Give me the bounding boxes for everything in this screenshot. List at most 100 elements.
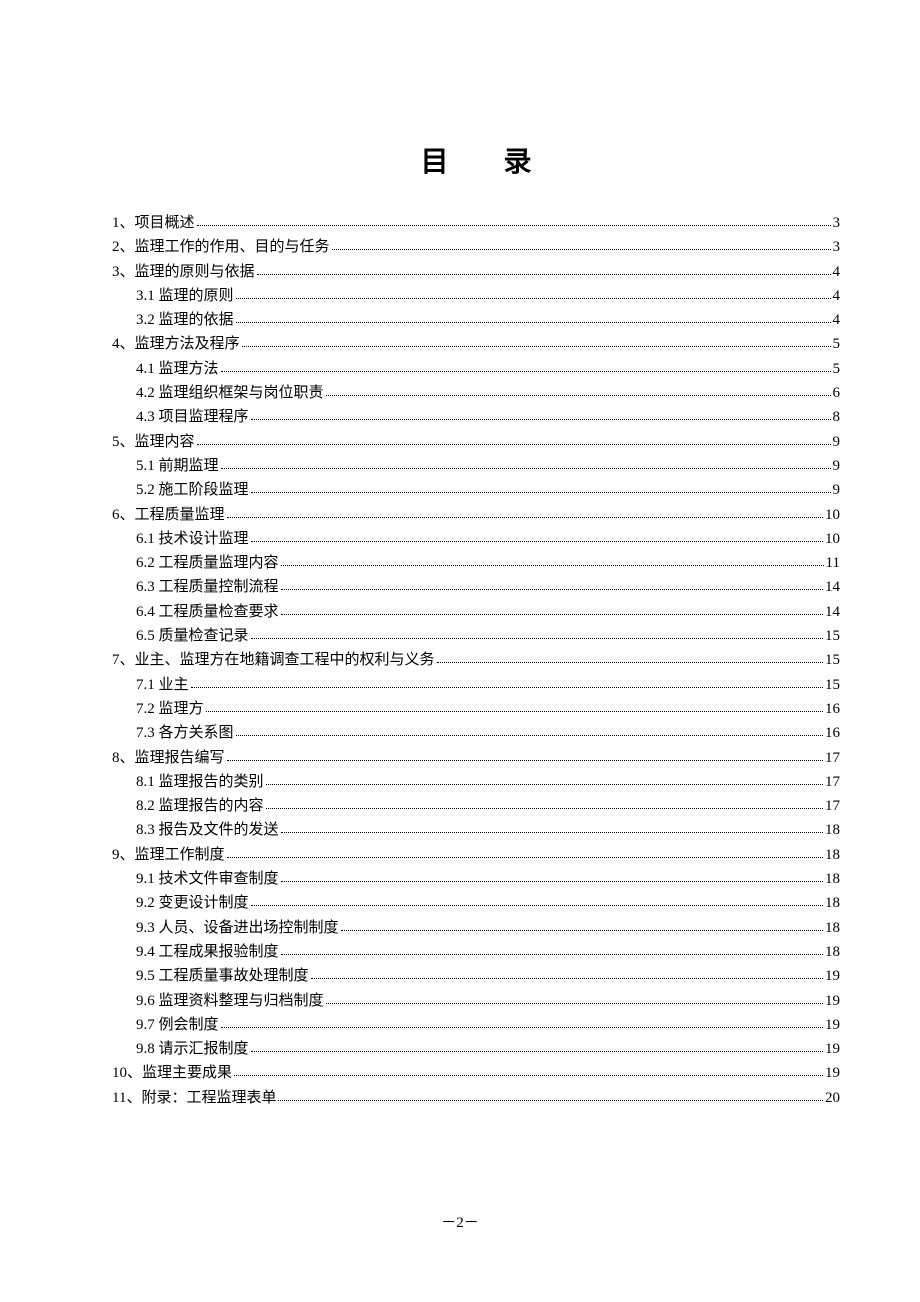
toc-entry-page: 18 [825,896,840,911]
toc-entry-page: 17 [825,775,840,790]
toc-entry-page: 15 [825,653,840,668]
toc-entry-label: 7、业主、监理方在地籍调查工程中的权利与义务 [112,653,435,668]
toc-entry: 9、监理工作制度 18 [112,848,840,863]
toc-leader-dots [281,954,823,955]
toc-entry-page: 15 [825,629,840,644]
toc-entry-label: 6.4 工程质量检查要求 [136,605,279,620]
toc-leader-dots [206,711,823,712]
toc-entry: 7.2 监理方 16 [112,702,840,717]
toc-entry-label: 1、项目概述 [112,216,195,231]
toc-entry: 6.1 技术设计监理 10 [112,532,840,547]
toc-leader-dots [197,225,831,226]
toc-entry-label: 6.2 工程质量监理内容 [136,556,279,571]
toc-entry-page: 3 [833,240,841,255]
toc-leader-dots [341,930,823,931]
toc-entry-page: 10 [825,508,840,523]
toc-entry: 9.3 人员、设备进出场控制制度 18 [112,921,840,936]
toc-entry-page: 4 [833,265,841,280]
toc-entry-page: 8 [833,410,841,425]
toc-entry-label: 7.3 各方关系图 [136,726,234,741]
toc-entry-page: 19 [825,1042,840,1057]
toc-leader-dots [251,541,823,542]
toc-entry-label: 5、监理内容 [112,435,195,450]
toc-entry-page: 14 [825,580,840,595]
toc-entry-label: 4、监理方法及程序 [112,337,240,352]
toc-entry-page: 4 [833,313,841,328]
toc-entry: 6.2 工程质量监理内容 11 [112,556,840,571]
toc-entry-label: 7.2 监理方 [136,702,204,717]
toc-leader-dots [251,1051,823,1052]
toc-entry-page: 17 [825,751,840,766]
toc-entry-label: 9.4 工程成果报验制度 [136,945,279,960]
toc-entry-page: 10 [825,532,840,547]
toc-entry: 4.1 监理方法 5 [112,362,840,377]
toc-entry-label: 10、监理主要成果 [112,1066,232,1081]
toc-leader-dots [221,468,831,469]
toc-entry-page: 20 [825,1091,840,1106]
toc-entry: 9.7 例会制度 19 [112,1018,840,1033]
toc-leader-dots [197,444,831,445]
toc-entry: 4.2 监理组织框架与岗位职责 6 [112,386,840,401]
toc-leader-dots [281,881,823,882]
toc-entry-page: 19 [825,1018,840,1033]
toc-entry-label: 8、监理报告编写 [112,751,225,766]
toc-entry-page: 16 [825,726,840,741]
toc-entry: 10、监理主要成果19 [112,1066,840,1081]
toc-entry-page: 15 [825,678,840,693]
toc-entry-label: 7.1 业主 [136,678,189,693]
toc-entry: 9.2 变更设计制度 18 [112,896,840,911]
toc-leader-dots [236,735,823,736]
toc-entry-page: 18 [825,848,840,863]
toc-leader-dots [227,517,823,518]
toc-entry-label: 9.3 人员、设备进出场控制制度 [136,921,339,936]
toc-entry-page: 4 [833,289,841,304]
toc-entry-label: 9.8 请示汇报制度 [136,1042,249,1057]
toc-entry-page: 18 [825,945,840,960]
toc-leader-dots [332,249,831,250]
toc-entry: 5.1 前期监理 9 [112,459,840,474]
toc-entry: 8、监理报告编写 17 [112,751,840,766]
toc-entry-label: 4.1 监理方法 [136,362,219,377]
toc-entry-page: 5 [833,362,841,377]
toc-entry: 9.5 工程质量事故处理制度 19 [112,969,840,984]
toc-entry-page: 9 [833,483,841,498]
toc-entry-label: 4.3 项目监理程序 [136,410,249,425]
toc-entry-page: 14 [825,605,840,620]
toc-entry-label: 5.1 前期监理 [136,459,219,474]
toc-entry: 8.1 监理报告的类别 17 [112,775,840,790]
toc-entry: 8.2 监理报告的内容 17 [112,799,840,814]
toc-entry: 5.2 施工阶段监理 9 [112,483,840,498]
toc-entry-label: 3.1 监理的原则 [136,289,234,304]
toc-leader-dots [242,346,831,347]
toc-entry-label: 11、附录：工程监理表单 [112,1091,276,1106]
toc-leader-dots [278,1100,823,1101]
toc-entry: 3.2 监理的依据 4 [112,313,840,328]
toc-entry: 4.3 项目监理程序 8 [112,410,840,425]
toc-leader-dots [281,589,823,590]
toc-title: 目 录 [112,140,840,180]
toc-leader-dots [266,808,823,809]
toc-leader-dots [221,371,831,372]
toc-entry-label: 5.2 施工阶段监理 [136,483,249,498]
toc-entry-label: 3、监理的原则与依据 [112,265,255,280]
toc-leader-dots [251,419,831,420]
toc-entry-label: 9、监理工作制度 [112,848,225,863]
toc-entry: 4、监理方法及程序5 [112,337,840,352]
toc-leader-dots [191,687,823,688]
toc-entry-label: 6.3 工程质量控制流程 [136,580,279,595]
toc-entry-label: 9.1 技术文件审查制度 [136,872,279,887]
toc-entry: 9.8 请示汇报制度 19 [112,1042,840,1057]
toc-leader-dots [236,322,831,323]
toc-entry-label: 8.1 监理报告的类别 [136,775,264,790]
toc-entry-label: 9.5 工程质量事故处理制度 [136,969,309,984]
toc-entry: 2、监理工作的作用、目的与任务 3 [112,240,840,255]
toc-leader-dots [281,614,823,615]
toc-entry: 6.3 工程质量控制流程 14 [112,580,840,595]
toc-entry-label: 6、工程质量监理 [112,508,225,523]
toc-leader-dots [236,298,831,299]
toc-entry-page: 17 [825,799,840,814]
toc-entry-label: 9.6 监理资料整理与归档制度 [136,994,324,1009]
toc-entry-label: 2、监理工作的作用、目的与任务 [112,240,330,255]
toc-leader-dots [326,1003,823,1004]
toc-leader-dots [227,857,823,858]
